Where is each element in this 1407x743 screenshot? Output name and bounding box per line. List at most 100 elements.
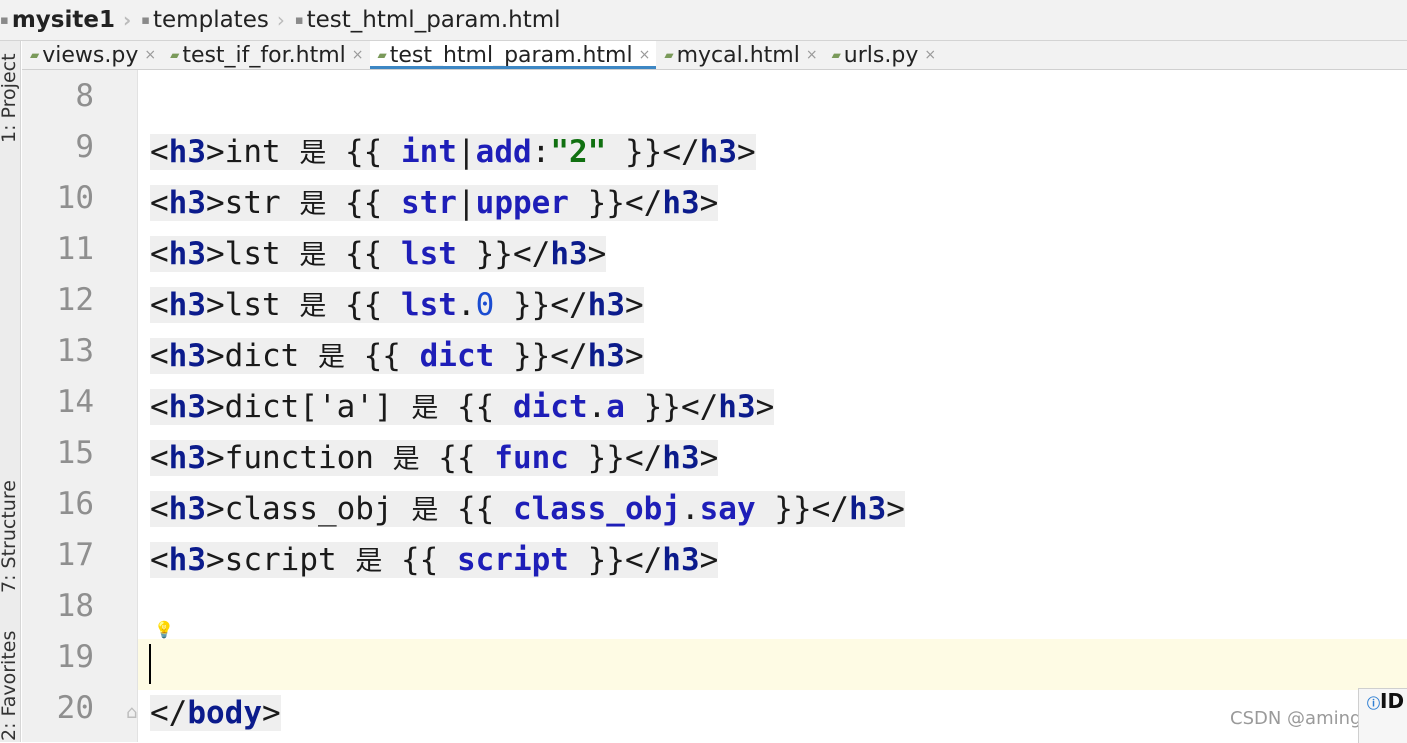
html-file-icon: ▪: [294, 12, 304, 28]
code-token: .: [456, 287, 476, 323]
breadcrumb-item-project[interactable]: ▪ mysite1 ›: [0, 7, 131, 33]
breadcrumb-item-file[interactable]: ▪ test_html_param.html: [285, 7, 561, 33]
code-token: >: [587, 236, 607, 272]
code-token: {{: [344, 338, 420, 374]
code-token: {{: [326, 287, 401, 323]
breadcrumb-item-folder[interactable]: ▪ templates ›: [131, 7, 285, 33]
line-number: 14: [56, 384, 94, 420]
code-token: <: [150, 440, 169, 476]
code-token: >: [886, 491, 905, 527]
code-token: int: [400, 134, 457, 170]
code-token: "2": [550, 134, 607, 170]
code-token: }}</: [456, 236, 551, 272]
line-number: 16: [56, 486, 94, 522]
code-token: 是: [299, 138, 327, 169]
code-token: str: [400, 185, 457, 221]
file-type-icon: ▰: [30, 48, 40, 62]
tab-1[interactable]: ▰ test_if_for.html ×: [162, 41, 369, 69]
tab-3[interactable]: ▰ mycal.html ×: [656, 41, 823, 69]
breadcrumb-label: test_html_param.html: [306, 7, 561, 33]
code-line[interactable]: <h3>dict['a'] 是 {{ dict.a }}</h3>: [150, 382, 775, 434]
tab-2[interactable]: ▰ test_html_param.html ×: [369, 41, 657, 69]
code-token: lst: [400, 287, 457, 323]
tab-label: test_html_param.html: [389, 42, 633, 68]
close-tab-icon[interactable]: ×: [806, 47, 818, 63]
info-icon: ⓘ: [1367, 697, 1381, 712]
code-line[interactable]: </body>: [150, 688, 281, 739]
close-tab-icon[interactable]: ×: [144, 47, 156, 63]
code-line[interactable]: <h3>int 是 {{ int|add:"2" }}</h3>: [150, 127, 756, 179]
code-token: |: [456, 134, 476, 170]
text-caret: [149, 644, 151, 684]
close-tab-icon[interactable]: ×: [924, 47, 936, 63]
file-type-icon: ▰: [664, 48, 674, 62]
code-line-content: <h3>str 是 {{ str|upper }}</h3>: [150, 185, 719, 221]
code-token: >lst: [206, 287, 300, 323]
code-token: >script: [206, 542, 356, 578]
folder-icon: ▪: [141, 12, 151, 28]
code-token: >dict['a']: [206, 389, 412, 425]
code-token: <: [150, 134, 169, 170]
fold-marker-icon[interactable]: ⌂: [126, 702, 137, 723]
tab-4[interactable]: ▰ urls.py ×: [824, 41, 943, 69]
file-type-icon: ▰: [170, 48, 180, 62]
breadcrumb-label: mysite1: [11, 7, 115, 33]
code-line-content: <h3>function 是 {{ func }}</h3>: [150, 440, 719, 476]
line-number: 8: [75, 78, 94, 114]
code-token: a: [606, 389, 625, 425]
code-line[interactable]: <h3>str 是 {{ str|upper }}</h3>: [150, 178, 719, 230]
code-line-content: <h3>class_obj 是 {{ class_obj.say }}</h3>: [150, 491, 905, 527]
code-token: {{: [326, 236, 401, 272]
line-number: 11: [56, 231, 94, 267]
structure-tool-button[interactable]: 7: Structure: [0, 480, 20, 593]
code-token: h3: [662, 185, 700, 221]
close-tab-icon[interactable]: ×: [639, 47, 651, 63]
code-token: class_obj: [512, 491, 681, 527]
close-tab-icon[interactable]: ×: [352, 47, 364, 63]
code-token: {{: [438, 491, 513, 527]
code-token: h3: [168, 134, 206, 170]
code-token: .: [680, 491, 700, 527]
project-tool-button[interactable]: 1: Project: [0, 53, 20, 143]
code-token: lst: [400, 236, 457, 272]
code-token: 是: [299, 291, 327, 322]
code-token: body: [187, 695, 262, 731]
code-line[interactable]: <h3>lst 是 {{ lst }}</h3>: [150, 229, 607, 281]
code-token: say: [699, 491, 756, 527]
favorites-tool-button[interactable]: 2: Favorites: [0, 631, 20, 741]
code-token: <: [150, 185, 169, 221]
code-token: }}</: [568, 440, 663, 476]
line-number: 15: [56, 435, 94, 471]
code-token: <: [150, 389, 169, 425]
lightbulb-icon[interactable]: 💡: [154, 620, 174, 639]
code-token: h3: [168, 440, 206, 476]
code-token: h3: [168, 491, 206, 527]
notification-popup[interactable]: ⓘID: [1358, 688, 1407, 743]
code-token: h3: [168, 338, 206, 374]
code-line[interactable]: <h3>class_obj 是 {{ class_obj.say }}</h3>: [150, 484, 905, 536]
code-token: >: [699, 440, 719, 476]
code-token: <: [150, 542, 169, 578]
tab-label: urls.py: [843, 42, 919, 68]
tab-0[interactable]: ▰ views.py ×: [22, 41, 162, 69]
code-line[interactable]: <h3>script 是 {{ script }}</h3>: [150, 535, 719, 587]
breadcrumb-separator-icon: ›: [122, 8, 132, 32]
code-line[interactable]: <h3>lst 是 {{ lst.0 }}</h3>: [150, 280, 644, 332]
code-token: }}</: [624, 389, 719, 425]
caret-line-highlight: [138, 639, 1407, 690]
code-line-content: <h3>dict['a'] 是 {{ dict.a }}</h3>: [150, 389, 775, 425]
code-token: >dict: [206, 338, 318, 374]
code-token: h3: [550, 236, 588, 272]
code-line[interactable]: <h3>dict 是 {{ dict }}</h3>: [150, 331, 644, 383]
folder-icon: ▪: [0, 12, 9, 28]
code-token: add: [475, 134, 532, 170]
code-token: 是: [392, 444, 420, 475]
line-number: 10: [56, 180, 94, 216]
tab-label: views.py: [42, 42, 139, 68]
code-token: {{: [419, 440, 495, 476]
code-token: }}</: [494, 287, 588, 323]
code-line[interactable]: <h3>function 是 {{ func }}</h3>: [150, 433, 719, 485]
code-editor[interactable]: 💡 ⌂ <h3>int 是 {{ int|add:"2" }}</h3> <h3>…: [126, 70, 1407, 742]
code-token: {{: [326, 134, 401, 170]
file-type-icon: ▰: [377, 48, 387, 62]
